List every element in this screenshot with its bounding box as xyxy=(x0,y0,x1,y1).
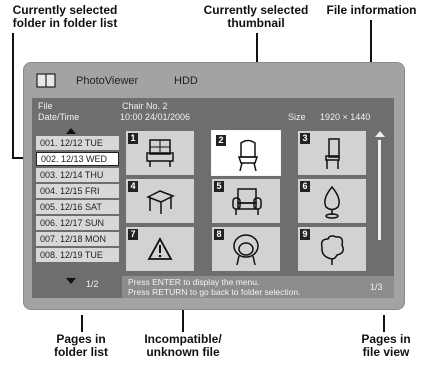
message-line-1: Press ENTER to display the menu. xyxy=(128,277,260,287)
message-line-2: Press RETURN to go back to folder select… xyxy=(128,287,301,297)
size-value: 1920 × 1440 xyxy=(320,112,371,122)
size-label: Size xyxy=(288,112,306,122)
callout-file-information: File information xyxy=(326,3,417,17)
photoviewer-screen: PhotoViewer HDD File Chair No. 2 Date/Ti… xyxy=(23,62,405,310)
thumbnail-number: 9 xyxy=(300,229,310,240)
table-icon xyxy=(146,190,175,214)
folder-item[interactable]: 004. 12/15 FRI xyxy=(36,184,119,198)
thumbnail-number: 5 xyxy=(214,181,224,192)
photo-album-icon xyxy=(36,73,56,88)
file-name: Chair No. 2 xyxy=(122,101,168,111)
date-label: Date/Time xyxy=(38,112,80,122)
folder-scroll-down-icon[interactable] xyxy=(66,278,76,284)
folder-page-indicator: 1/2 xyxy=(86,279,99,289)
device-label: HDD xyxy=(174,75,198,87)
thumbnail-number: 3 xyxy=(300,133,310,144)
thumbnail-number: 6 xyxy=(300,181,310,192)
folder-item[interactable]: 007. 12/18 MON xyxy=(36,232,119,246)
thumbnail[interactable]: 6 xyxy=(298,179,366,223)
thumbnail-incompatible[interactable]: 7 xyxy=(126,227,194,271)
folder-scroll-up-icon[interactable] xyxy=(66,128,76,134)
callout-pages-file-view: Pages in file view xyxy=(361,332,411,359)
message-bar: Press ENTER to display the menu. Press R… xyxy=(122,276,394,298)
chair-icon xyxy=(237,139,259,172)
thumbnail-scroll-up-icon[interactable] xyxy=(375,131,385,137)
file-info: File Chair No. 2 Date/Time 10:00 24/01/2… xyxy=(38,101,388,125)
callout-pages-folder-list: Pages in folder list xyxy=(53,332,108,359)
armchair-icon xyxy=(232,188,262,215)
round-chair-icon xyxy=(233,234,259,266)
folder-item[interactable]: 001. 12/12 TUE xyxy=(36,136,119,150)
file-view-page-indicator: 1/3 xyxy=(370,282,383,292)
app-title: PhotoViewer xyxy=(76,75,139,87)
thumbnail-number: 2 xyxy=(216,135,226,146)
folder-item[interactable]: 006. 12/17 SUN xyxy=(36,216,119,230)
thumbnail[interactable]: 9 xyxy=(298,227,366,271)
folder-item[interactable]: 005. 12/16 SAT xyxy=(36,200,119,214)
thumbnail[interactable]: 4 xyxy=(126,179,194,223)
sofa-icon xyxy=(146,139,174,167)
leader-line xyxy=(12,33,14,158)
thumbnail-number: 1 xyxy=(128,133,138,144)
thumbnail[interactable]: 3 xyxy=(298,131,366,175)
thumbnail-number: 7 xyxy=(128,229,138,240)
callout-selected-folder: Currently selected folder in folder list xyxy=(12,3,118,30)
callout-incompatible-file: Incompatible/ unknown file xyxy=(144,332,222,359)
date-value: 10:00 24/01/2006 xyxy=(120,112,191,122)
thumbnail[interactable]: 8 xyxy=(212,227,280,271)
folder-item[interactable]: 003. 12/14 THU xyxy=(36,168,119,182)
callout-selected-thumbnail: Currently selected thumbnail xyxy=(203,3,309,30)
plant-icon xyxy=(320,235,344,265)
folder-item[interactable]: 008. 12/19 TUE xyxy=(36,248,119,262)
thumbnail-scrollbar[interactable] xyxy=(378,140,381,240)
thumbnail-number: 4 xyxy=(128,181,138,192)
folder-item-selected[interactable]: 002. 12/13 WED xyxy=(36,152,119,166)
file-label: File xyxy=(38,101,53,111)
warning-icon xyxy=(147,237,173,260)
tall-chair-icon xyxy=(325,138,340,169)
title-bar: PhotoViewer HDD xyxy=(32,69,396,93)
thumbnail[interactable]: 5 xyxy=(212,179,280,223)
browser-panel: File Chair No. 2 Date/Time 10:00 24/01/2… xyxy=(32,98,394,298)
thumbnail-selected[interactable]: 2 xyxy=(212,131,280,175)
leader-line xyxy=(81,315,83,332)
thumbnail-number: 8 xyxy=(214,229,224,240)
leader-line xyxy=(383,315,385,332)
lamp-icon xyxy=(324,185,340,219)
folder-list: 001. 12/12 TUE 002. 12/13 WED 003. 12/14… xyxy=(36,136,119,264)
thumbnail[interactable]: 1 xyxy=(126,131,194,175)
